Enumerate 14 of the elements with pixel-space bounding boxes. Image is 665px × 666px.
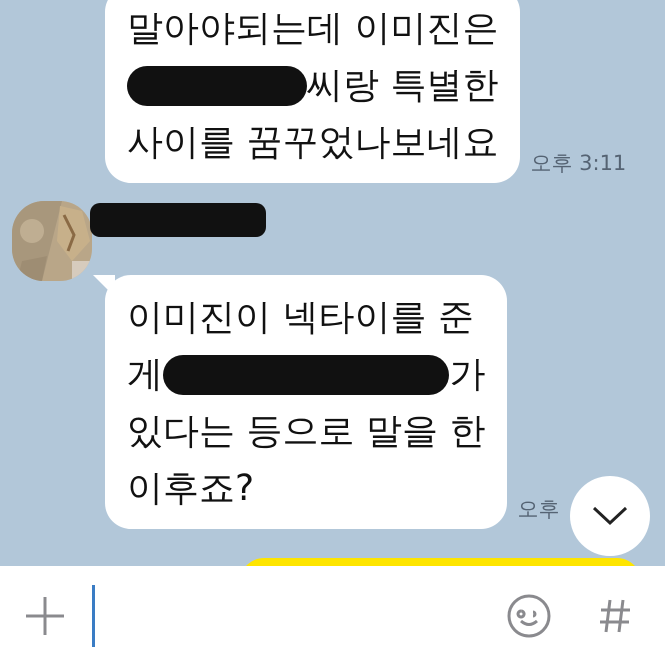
message-text: 이미진이 넥타이를 준 — [127, 296, 474, 340]
message-time: 오후 — [517, 496, 560, 522]
message-text: 사이를 꿈꾸었나보네요 — [127, 121, 498, 165]
message-text: 이후죠? — [127, 467, 254, 511]
message-text: 씨랑 특별한 — [307, 64, 498, 108]
plus-icon[interactable] — [26, 597, 64, 635]
emoji-icon[interactable] — [507, 594, 551, 638]
message-text: 있다는 등으로 말을 한 — [127, 410, 486, 454]
message-text: 말아야되는데 이미진은 — [127, 7, 498, 51]
hashtag-icon[interactable] — [599, 598, 631, 634]
message-time: 오후 3:11 — [530, 150, 626, 176]
message-text: 가 — [449, 353, 486, 397]
chevron-down-icon — [592, 506, 628, 526]
message-text: 게 — [127, 353, 163, 397]
